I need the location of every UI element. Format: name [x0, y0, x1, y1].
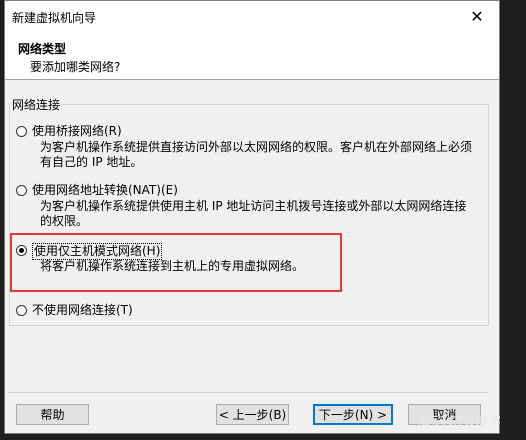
- title-bar: 新建虚拟机向导 ✕: [5, 1, 499, 31]
- radio-bridged[interactable]: [16, 126, 27, 137]
- footer-divider: [8, 392, 488, 393]
- radio-no-network[interactable]: [16, 305, 27, 316]
- group-legend: 网络连接: [10, 96, 63, 113]
- wizard-header: 网络类型 要添加哪类网络?: [5, 31, 499, 80]
- background-strip: [500, 0, 517, 434]
- next-button[interactable]: 下一步(N) >: [313, 404, 393, 425]
- option-host-only-description: 将客户机操作系统连接到主机上的专用虚拟网络。: [40, 259, 305, 273]
- option-host-only-label[interactable]: 使用仅主机模式网络(H): [32, 243, 163, 260]
- option-nat-description: 为客户机操作系统提供使用主机 IP 地址访问主机拨号连接或外部以太网网络连接的权…: [40, 199, 467, 228]
- watermark-text: @51CTO博客: [418, 415, 501, 430]
- radio-nat[interactable]: [16, 185, 27, 196]
- close-button[interactable]: ✕: [455, 1, 499, 31]
- option-no-network-label[interactable]: 不使用网络连接(T): [32, 303, 133, 318]
- back-button[interactable]: < 上一步(B): [216, 404, 289, 425]
- option-bridged-description: 为客户机操作系统提供直接访问外部以太网网络的权限。客户机在外部网络上必须有自己的…: [40, 140, 473, 169]
- header-subtitle: 要添加哪类网络?: [30, 60, 121, 74]
- radio-host-only[interactable]: [16, 245, 27, 256]
- window-title: 新建虚拟机向导: [12, 11, 97, 25]
- help-button[interactable]: 帮助: [16, 404, 89, 425]
- header-title: 网络类型: [18, 42, 67, 56]
- option-nat-label[interactable]: 使用网络地址转换(NAT)(E): [32, 183, 178, 198]
- close-icon: ✕: [470, 6, 484, 26]
- option-bridged-label[interactable]: 使用桥接网络(R): [32, 124, 122, 139]
